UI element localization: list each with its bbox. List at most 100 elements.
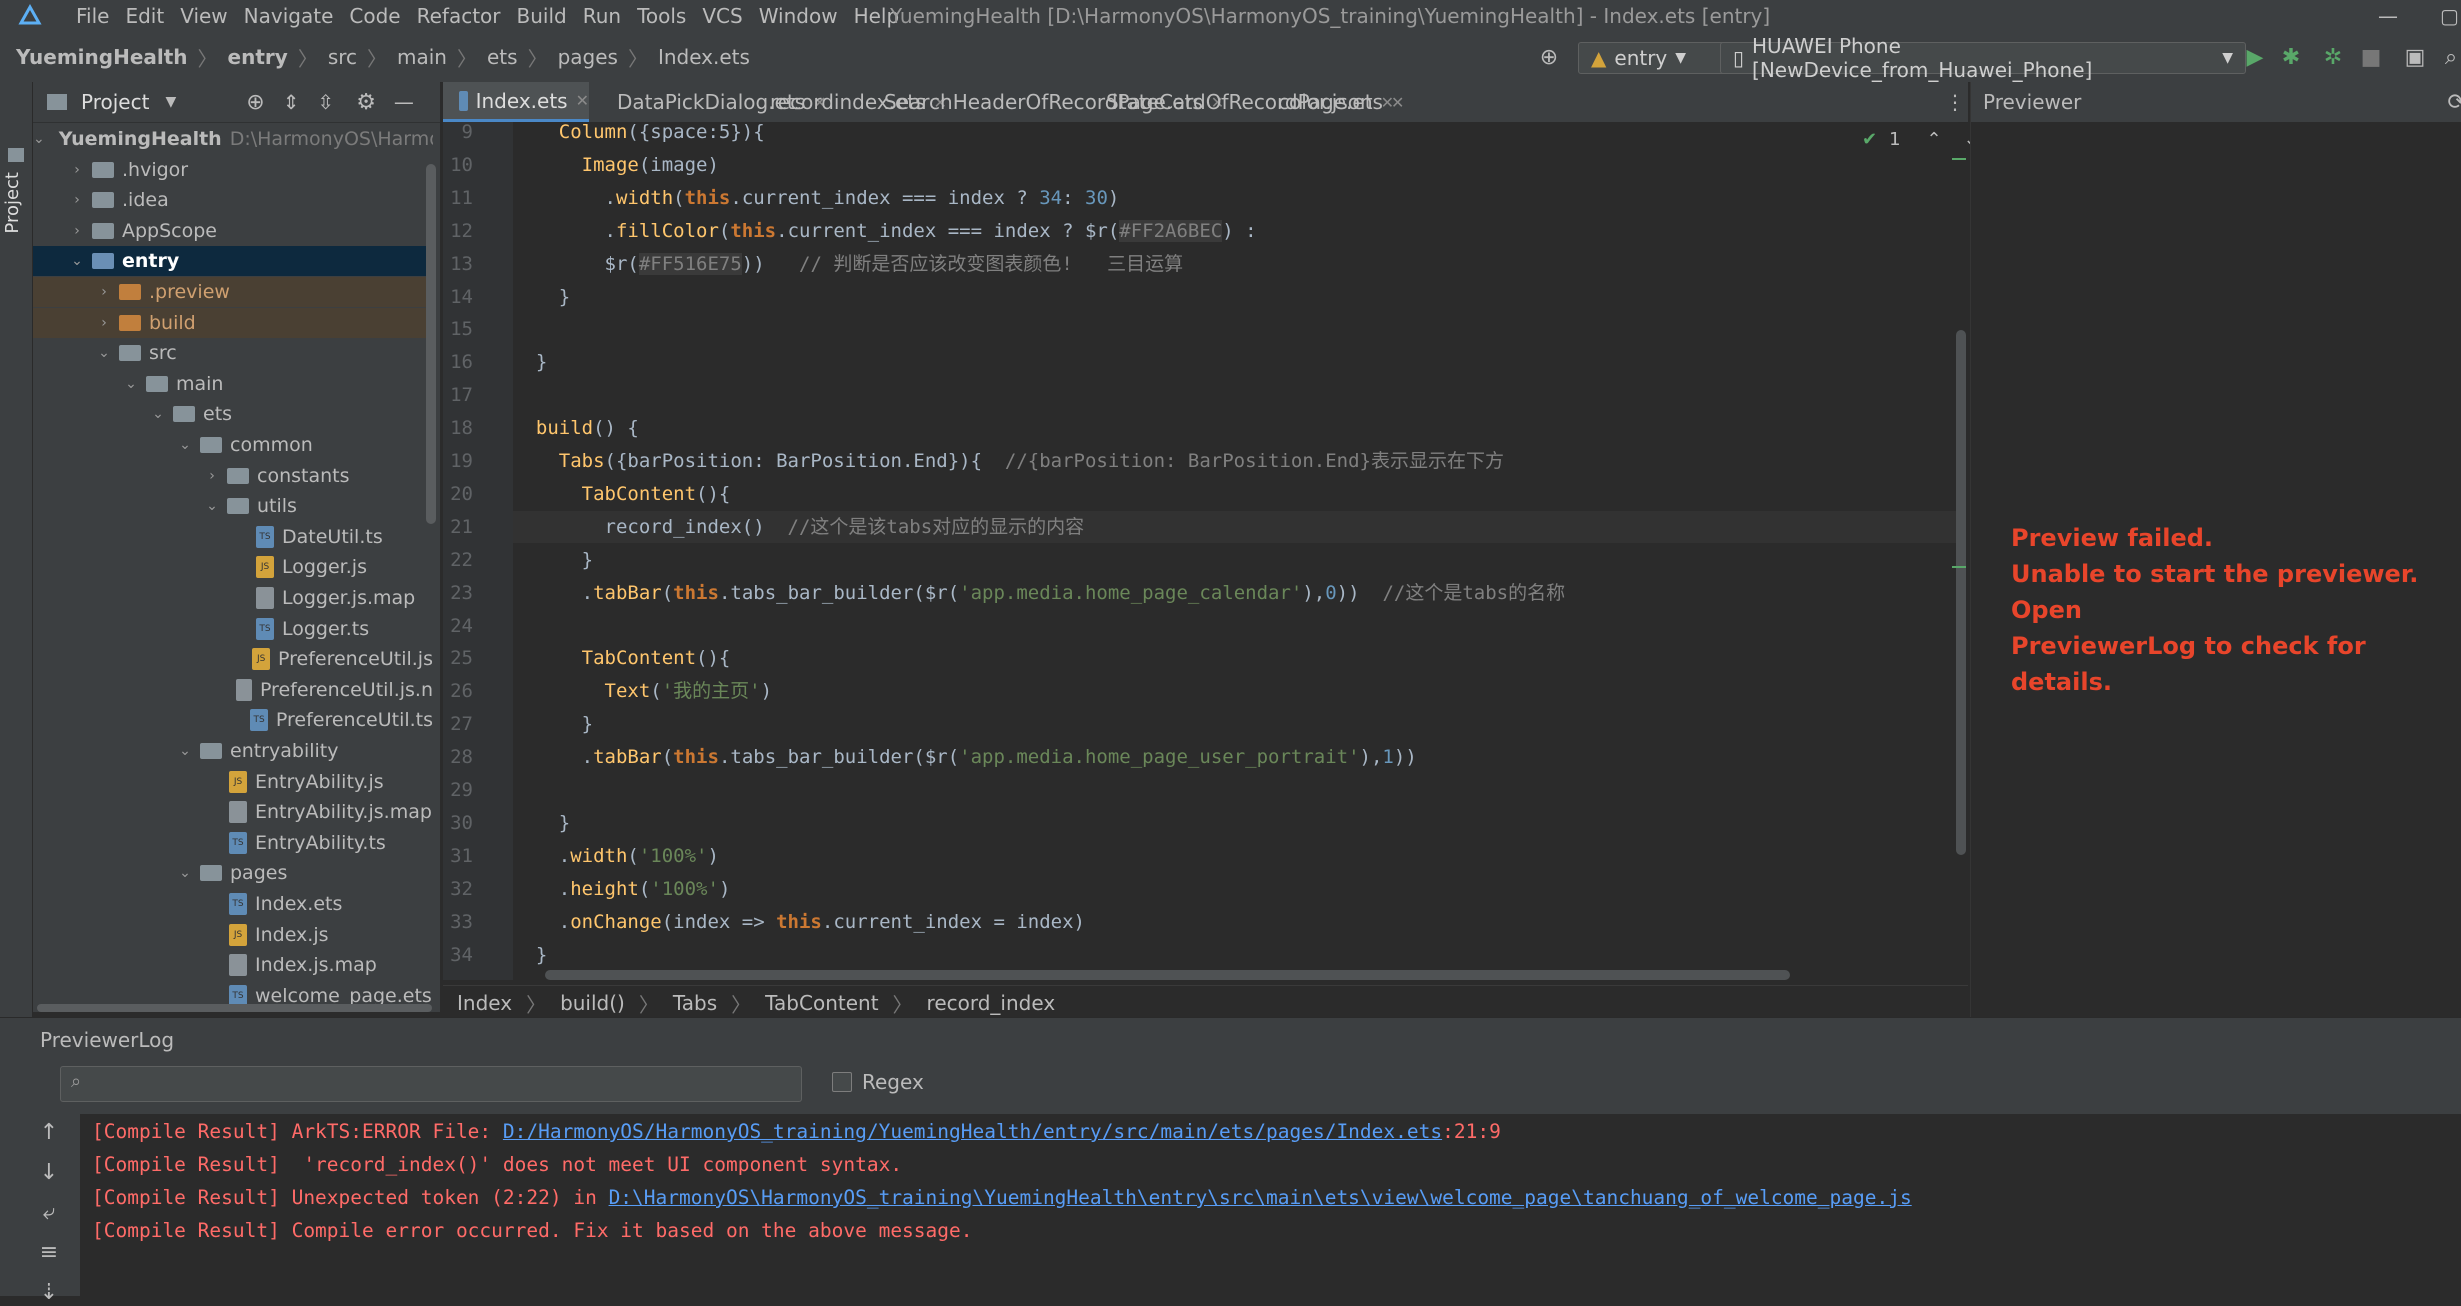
file-link[interactable]: D:\HarmonyOS\HarmonyOS_training\YuemingH…: [609, 1186, 1912, 1209]
more-tabs-icon[interactable]: ⋮: [1945, 90, 1965, 114]
chevron-down-icon[interactable]: ⌄: [176, 865, 194, 881]
chevron-right-icon[interactable]: ›: [68, 223, 86, 239]
log-search-input[interactable]: ⌕: [60, 1066, 802, 1102]
code-editor[interactable]: Column({space:5}){ Image(image) .width(t…: [513, 122, 1958, 980]
structure-crumb[interactable]: Index: [457, 991, 512, 1015]
chevron-up-icon[interactable]: ⌃: [1927, 129, 1942, 150]
breadcrumb-item[interactable]: entry: [228, 45, 288, 69]
gear-icon[interactable]: ⚙: [356, 90, 376, 115]
arrow-down-icon[interactable]: ↓: [34, 1158, 64, 1186]
tree-item[interactable]: PreferenceUtil.js.n: [33, 675, 433, 705]
breadcrumb-item[interactable]: main: [397, 45, 447, 69]
hide-panel-icon[interactable]: —: [394, 90, 414, 114]
target-icon[interactable]: ⊕: [1534, 42, 1564, 72]
breadcrumb-item[interactable]: ets: [487, 45, 518, 69]
menu-file[interactable]: File: [68, 4, 117, 28]
tree-item[interactable]: TS welcome_page.ets: [33, 981, 433, 1004]
chevron-down-icon[interactable]: ⌄: [33, 131, 45, 147]
tree-item[interactable]: JS PreferenceUtil.js: [33, 644, 433, 674]
chevron-down-icon[interactable]: ⌄: [95, 345, 113, 361]
tree-item[interactable]: ⌄ entry: [33, 246, 433, 277]
structure-crumb[interactable]: build(): [560, 991, 625, 1015]
chevron-right-icon[interactable]: ›: [68, 192, 86, 208]
minimize-icon[interactable]: —: [2378, 0, 2398, 32]
tree-item[interactable]: › build: [33, 307, 433, 338]
tree-item[interactable]: ⌄ entryability: [33, 736, 433, 766]
editor-horizontal-scrollbar[interactable]: [545, 970, 1790, 980]
menu-view[interactable]: View: [172, 4, 235, 28]
tree-item[interactable]: ⌄ YuemingHealth D:\HarmonyOS\Harmo: [33, 124, 433, 154]
project-horizontal-scrollbar[interactable]: [37, 1004, 432, 1012]
tree-item[interactable]: ⌄ pages: [33, 858, 433, 888]
menu-tools[interactable]: Tools: [629, 4, 694, 28]
locate-icon[interactable]: ⊕: [246, 90, 264, 115]
device-selector[interactable]: ▯ HUAWEI Phone [NewDevice_from_Huawei_Ph…: [1720, 34, 2246, 82]
structure-crumb[interactable]: TabContent: [765, 991, 878, 1015]
structure-crumb[interactable]: Tabs: [673, 991, 717, 1015]
chevron-down-icon[interactable]: ▼: [165, 94, 176, 110]
tree-item[interactable]: ⌄ src: [33, 338, 433, 368]
editor-tab[interactable]: recordindex.ets ✕: [746, 82, 947, 122]
arrow-up-icon[interactable]: ↑: [34, 1118, 64, 1146]
chevron-down-icon[interactable]: ⌄: [68, 253, 86, 269]
close-icon[interactable]: ✕: [1381, 93, 1394, 112]
project-tool-button[interactable]: Project: [2, 172, 23, 234]
menu-vcs[interactable]: VCS: [694, 4, 750, 28]
tree-item[interactable]: JS Logger.js: [33, 552, 433, 582]
close-icon[interactable]: ✕: [576, 91, 589, 110]
chevron-down-icon[interactable]: ⌄: [122, 376, 140, 392]
editor-tab[interactable]: SearchHeaderOfRecordPage.ets ✕: [860, 82, 1224, 122]
tree-item[interactable]: › constants: [33, 461, 433, 491]
regex-checkbox[interactable]: [832, 1072, 852, 1092]
tree-item[interactable]: TS DateUtil.ts: [33, 522, 433, 552]
regex-toggle[interactable]: Regex: [832, 1070, 924, 1094]
tree-item[interactable]: Logger.js.map: [33, 583, 433, 613]
tree-item[interactable]: JS EntryAbility.js: [33, 767, 433, 797]
editor-tab[interactable]: DataPickDialog.ets ✕: [593, 82, 827, 122]
tree-item[interactable]: EntryAbility.js.map: [33, 797, 433, 827]
editor-tab[interactable]: color.json ✕: [1254, 82, 1394, 122]
menu-window[interactable]: Window: [751, 4, 846, 28]
chevron-right-icon[interactable]: ›: [203, 468, 221, 484]
tree-item[interactable]: › .hvigor: [33, 155, 433, 185]
structure-crumb[interactable]: record_index: [927, 991, 1056, 1015]
menu-navigate[interactable]: Navigate: [236, 4, 342, 28]
run-icon[interactable]: ▶: [2240, 42, 2270, 72]
breadcrumb-item[interactable]: src: [328, 45, 357, 69]
file-link[interactable]: D:/HarmonyOS/HarmonyOS_training/YuemingH…: [503, 1120, 1442, 1143]
project-vertical-scrollbar[interactable]: [426, 164, 436, 524]
tree-item[interactable]: TS EntryAbility.ts: [33, 828, 433, 858]
chevron-down-icon[interactable]: ⌄: [149, 406, 167, 422]
module-selector[interactable]: ▲ entry ▼: [1578, 42, 1728, 74]
project-view-selector[interactable]: Project: [81, 90, 149, 114]
expand-all-icon[interactable]: ⇕: [283, 90, 300, 114]
chevron-right-icon[interactable]: ›: [95, 315, 113, 331]
inspection-widget[interactable]: ✔ 1 ⌃ ⌄: [1862, 124, 1979, 154]
tree-item[interactable]: Index.js.map: [33, 950, 433, 980]
soft-wrap-icon[interactable]: ⤶: [34, 1198, 64, 1226]
scroll-end-icon[interactable]: ⇣: [34, 1278, 64, 1306]
maximize-icon[interactable]: ▢: [2440, 0, 2459, 32]
tree-item[interactable]: ⌄ common: [33, 430, 433, 460]
chevron-down-icon[interactable]: ⌄: [176, 437, 194, 453]
menu-refactor[interactable]: Refactor: [409, 4, 509, 28]
tree-item[interactable]: TS Index.ets: [33, 889, 433, 919]
tree-item[interactable]: ⌄ ets: [33, 399, 433, 429]
menu-code[interactable]: Code: [341, 4, 408, 28]
menu-run[interactable]: Run: [575, 4, 629, 28]
editor-tab[interactable]: StateCardOfRecordPage.ets ✕: [1082, 82, 1404, 122]
tree-item[interactable]: ⌄ main: [33, 369, 433, 399]
tree-item[interactable]: › .preview: [33, 277, 433, 307]
device-manager-icon[interactable]: ▣: [2400, 42, 2430, 72]
editor-vertical-scrollbar[interactable]: [1956, 330, 1966, 855]
tree-item[interactable]: › AppScope: [33, 216, 433, 246]
chevron-down-icon[interactable]: ⌄: [203, 498, 221, 514]
log-output[interactable]: [Compile Result] ArkTS:ERROR File: D:/Ha…: [80, 1114, 2461, 1296]
refresh-icon[interactable]: ⟳: [2447, 90, 2461, 115]
tree-item[interactable]: ⌄ utils: [33, 491, 433, 521]
tree-item[interactable]: TS Logger.ts: [33, 614, 433, 644]
breadcrumb-item[interactable]: Index.ets: [658, 45, 750, 69]
filter-lines-icon[interactable]: ≡: [34, 1238, 64, 1266]
debug-icon[interactable]: ✱: [2276, 42, 2306, 72]
chevron-right-icon[interactable]: ›: [95, 284, 113, 300]
